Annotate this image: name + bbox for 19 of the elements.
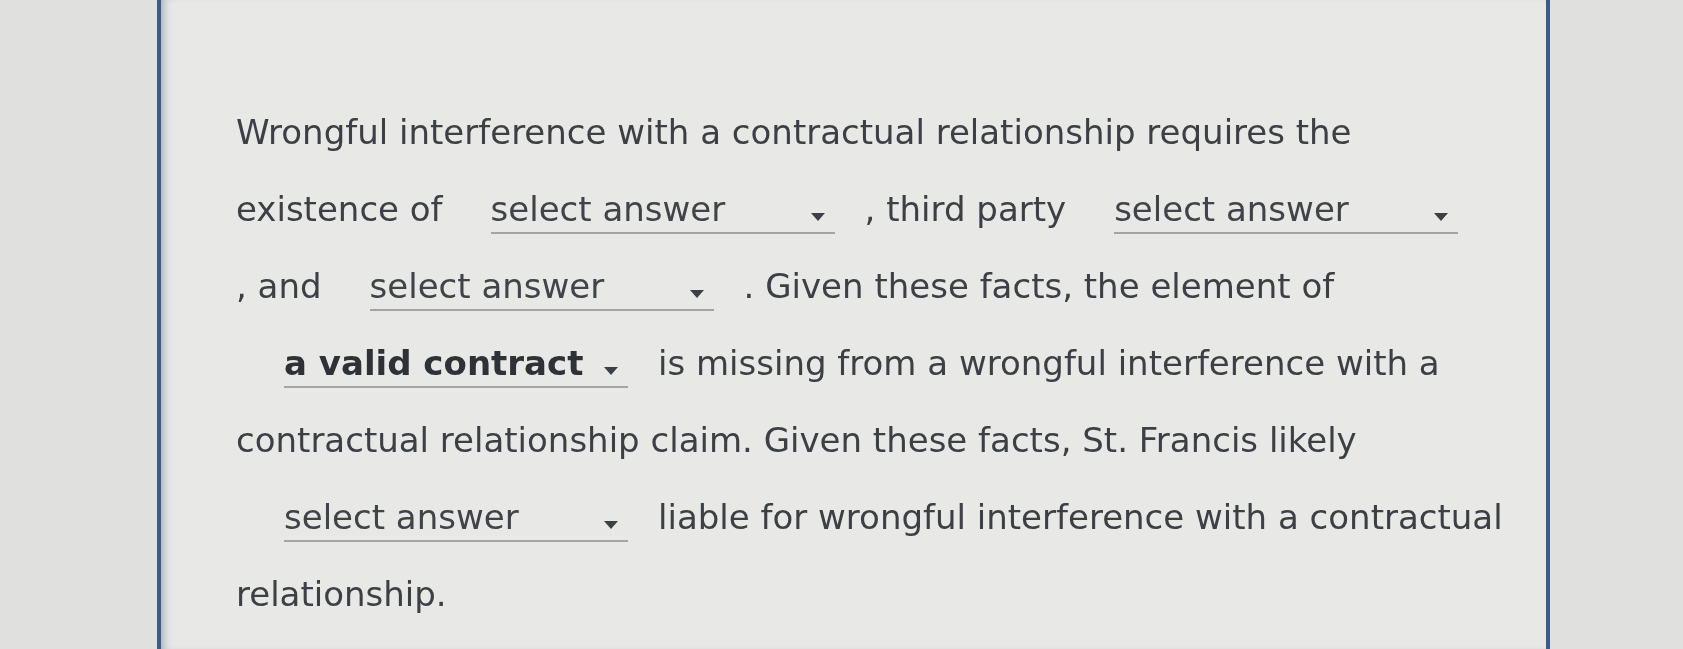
- question-text: relationship.: [236, 574, 447, 615]
- answer-dropdown[interactable]: select answer: [369, 266, 714, 311]
- question-text: , and: [236, 266, 322, 307]
- question-text: Wrongful interference with a contractual relationship requires the: [236, 112, 1352, 153]
- answer-dropdown[interactable]: select answer: [490, 189, 835, 234]
- question-text: , third party: [864, 189, 1067, 230]
- caret-icon: [689, 290, 704, 298]
- question-text: . Given these facts, the element of: [743, 266, 1335, 307]
- caret-icon: [1434, 213, 1449, 221]
- answer-dropdown[interactable]: a valid contract: [284, 343, 628, 388]
- caret-icon: [604, 367, 618, 375]
- question-text: liable for wrongful interference with a contractual: [658, 497, 1503, 538]
- question-text: is missing from a wrongful interference with a: [658, 343, 1440, 384]
- caret-icon: [604, 521, 618, 529]
- answer-dropdown[interactable]: select answer: [1114, 189, 1459, 234]
- question-text: contractual relationship claim. Given these facts, St. Francis likely: [236, 420, 1357, 461]
- question-text: existence of: [236, 189, 443, 230]
- answer-dropdown[interactable]: select answer: [284, 497, 628, 542]
- caret-icon: [810, 213, 825, 221]
